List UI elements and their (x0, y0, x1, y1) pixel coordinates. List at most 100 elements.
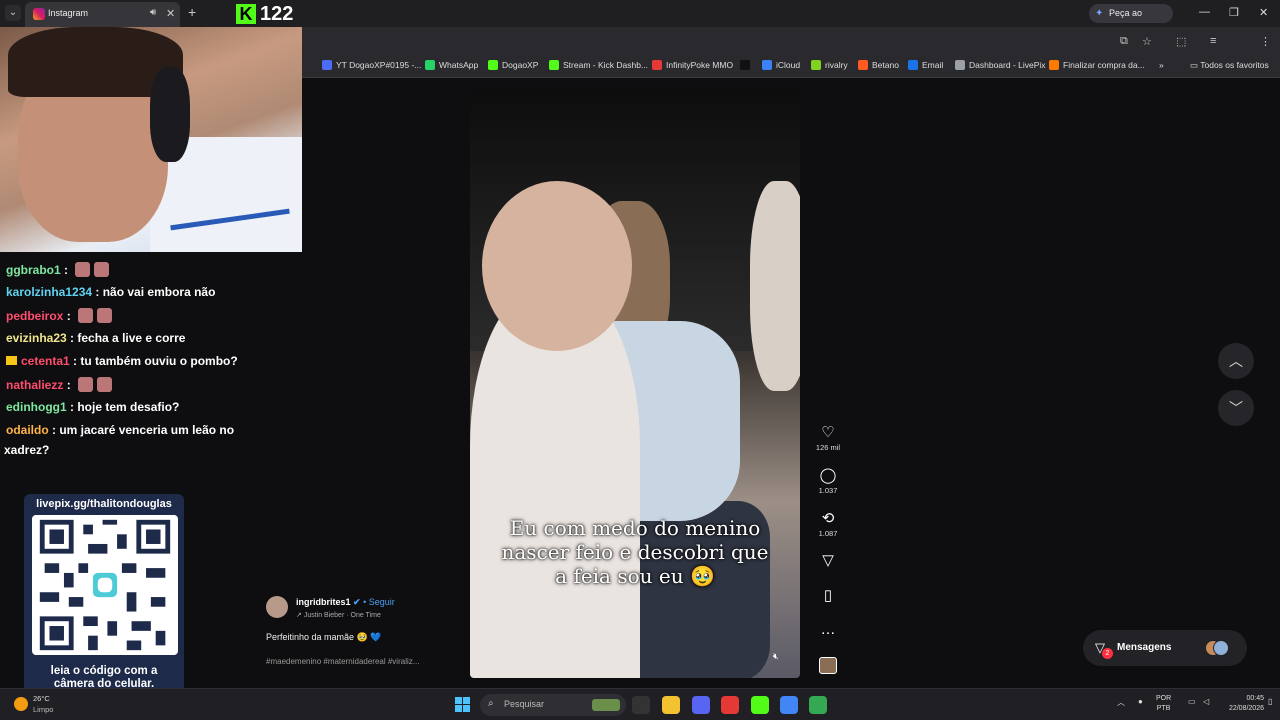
bookmark-label: Betano (872, 60, 899, 70)
volume-icon[interactable]: ◁ (1203, 697, 1209, 706)
bookmark-item[interactable]: rivalry (811, 60, 848, 74)
notification-icon[interactable]: ▯ (1268, 697, 1272, 706)
language-indicator[interactable]: POR PTB (1156, 694, 1171, 714)
chat-text: fecha a live e corre (77, 331, 186, 345)
microphone-icon[interactable]: ● (1138, 697, 1143, 706)
bookmark-item[interactable]: Stream - Kick Dashb... (549, 60, 648, 74)
caption-line: nascer feio e descobri que (501, 540, 769, 564)
tab-audio-icon[interactable]: 🔊︎ (150, 7, 156, 18)
chevron-up-icon: ︿ (1229, 353, 1243, 369)
chat-separator: : (63, 309, 75, 323)
bookmark-item[interactable]: Finalizar compra da... (1049, 60, 1145, 74)
messages-badge: 2 (1102, 648, 1113, 659)
close-window-icon[interactable]: ✕ (1259, 6, 1268, 19)
bookmark-item[interactable]: InfinityPoke MMO (652, 60, 733, 74)
weather-icon[interactable] (14, 697, 28, 711)
more-icon: … (820, 621, 836, 638)
chat-message-wrap: xadrez? (4, 443, 50, 457)
network-icon[interactable]: ▭ (1188, 697, 1196, 706)
bookmark-item[interactable]: WhatsApp (425, 60, 478, 74)
new-tab-button[interactable]: + (188, 4, 196, 20)
livepix-qr-panel: livepix.gg/thalitondouglas leia o código… (24, 494, 184, 697)
bookmark-item[interactable]: YT DogaoXP#0195 -... (322, 60, 421, 74)
author-avatar[interactable] (266, 596, 288, 618)
messages-button[interactable]: ▽ 2 Mensagens (1083, 630, 1247, 666)
audio-link[interactable]: ↗ Justin Bieber · One Time (296, 611, 381, 619)
save-button[interactable]: ▯ (810, 587, 846, 604)
comment-button[interactable]: ◯ 1.037 (810, 467, 846, 495)
bookmark-item[interactable]: Dashboard - LivePix (955, 60, 1046, 74)
start-button[interactable] (455, 697, 471, 713)
video-figure (750, 181, 800, 391)
emote-icon (94, 262, 110, 277)
search-placeholder: Pesquisar (504, 699, 545, 709)
follow-button[interactable]: • Seguir (363, 597, 395, 607)
bookmark-label: Finalizar compra da... (1063, 60, 1145, 70)
share-button[interactable]: ▽ (810, 552, 846, 569)
bookmarks-overflow-button[interactable]: » (1159, 60, 1164, 74)
repost-count: 1.087 (818, 529, 838, 538)
app-icon[interactable] (721, 696, 739, 714)
mute-icon[interactable]: 🔇︎ (773, 651, 779, 662)
send-icon: ▽ (822, 552, 834, 569)
post-hashtags[interactable]: #maedemenino #maternidadereal #viraliz..… (266, 657, 419, 666)
chrome-profile-icon[interactable] (809, 696, 827, 714)
tab-search-icon[interactable]: ⌄ (5, 5, 21, 21)
bookmark-item[interactable] (740, 60, 754, 74)
qr-caption-line: leia o código com a (50, 665, 158, 677)
maximize-icon[interactable]: ❐ (1229, 6, 1239, 19)
media-controls-icon[interactable]: ≡ (1210, 35, 1216, 47)
instagram-favicon-icon (33, 8, 45, 20)
bookmark-item[interactable]: Betano (858, 60, 899, 74)
tray-chevron-icon[interactable]: ︿ (1117, 697, 1125, 708)
file-explorer-icon[interactable] (662, 696, 680, 714)
minimize-icon[interactable]: — (1199, 6, 1210, 18)
clock-date: 22/08/2026 (1228, 705, 1264, 712)
qr-code (32, 515, 178, 655)
screen: ⌄ Instagram 🔊︎ ✕ + ✦ Peça ao Gemini — ❐ … (0, 0, 1280, 720)
post-caption: Perfeitinho da mamãe 🥹 💙 (266, 632, 382, 642)
extensions-icon[interactable]: ⬚ (1176, 35, 1186, 48)
all-favorites-label: Todos os favoritos (1200, 60, 1269, 70)
bookmark-label: rivalry (825, 60, 848, 70)
bookmark-label: WhatsApp (439, 60, 479, 70)
webcam-overlay (0, 27, 302, 252)
audio-thumbnail[interactable] (819, 657, 837, 674)
chat-username: nathaliezz (6, 378, 64, 392)
bookmark-label: Email (922, 60, 944, 70)
clock[interactable]: 00:45 22/08/2026 (1222, 694, 1264, 714)
like-button[interactable]: ♡ 126 mil (810, 424, 846, 452)
author-name[interactable]: ingridbrites1 (296, 597, 351, 607)
chevron-down-icon: ﹀ (1229, 400, 1243, 416)
more-button[interactable]: … (810, 621, 846, 638)
task-view-icon[interactable] (632, 696, 650, 714)
bookmark-label: DogaoXP (502, 60, 539, 70)
cast-icon[interactable]: ⧉ (1120, 35, 1128, 48)
follow-label: Seguir (368, 597, 395, 607)
tab-instagram[interactable]: Instagram 🔊︎ ✕ (25, 2, 180, 27)
bookmark-item[interactable]: DogaoXP (488, 60, 538, 74)
menu-icon[interactable]: ⋮ (1260, 35, 1271, 48)
caption-line: Eu com medo do menino (509, 516, 761, 540)
bookmark-star-icon[interactable]: ☆ (1142, 35, 1152, 48)
next-reel-button[interactable]: ﹀ (1218, 390, 1254, 426)
discord-icon[interactable] (692, 696, 710, 714)
gemini-button[interactable]: ✦ Peça ao Gemini (1089, 4, 1173, 37)
chrome-icon[interactable] (780, 696, 798, 714)
reel-video[interactable]: Eu com medo do menino nascer feio e desc… (470, 91, 800, 678)
bookmark-favicon-icon (762, 60, 772, 70)
previous-reel-button[interactable]: ︿ (1218, 343, 1254, 379)
taskbar-search[interactable]: ⌕ Pesquisar (480, 694, 626, 716)
emote-icon (78, 308, 94, 323)
chat-separator: : (69, 354, 81, 368)
chat-username: ggbrabo1 (6, 263, 61, 277)
emote-icon (97, 377, 113, 392)
chat-separator: : (60, 263, 72, 277)
repost-button[interactable]: ⟲ 1.087 (810, 510, 846, 538)
kick-app-icon[interactable] (751, 696, 769, 714)
all-favorites-folder[interactable]: ▭ Todos os favoritos (1190, 60, 1269, 74)
tab-close-icon[interactable]: ✕ (166, 7, 175, 20)
comment-icon: ◯ (819, 467, 837, 484)
bookmark-item[interactable]: Email (908, 60, 943, 74)
bookmark-item[interactable]: iCloud (762, 60, 800, 74)
